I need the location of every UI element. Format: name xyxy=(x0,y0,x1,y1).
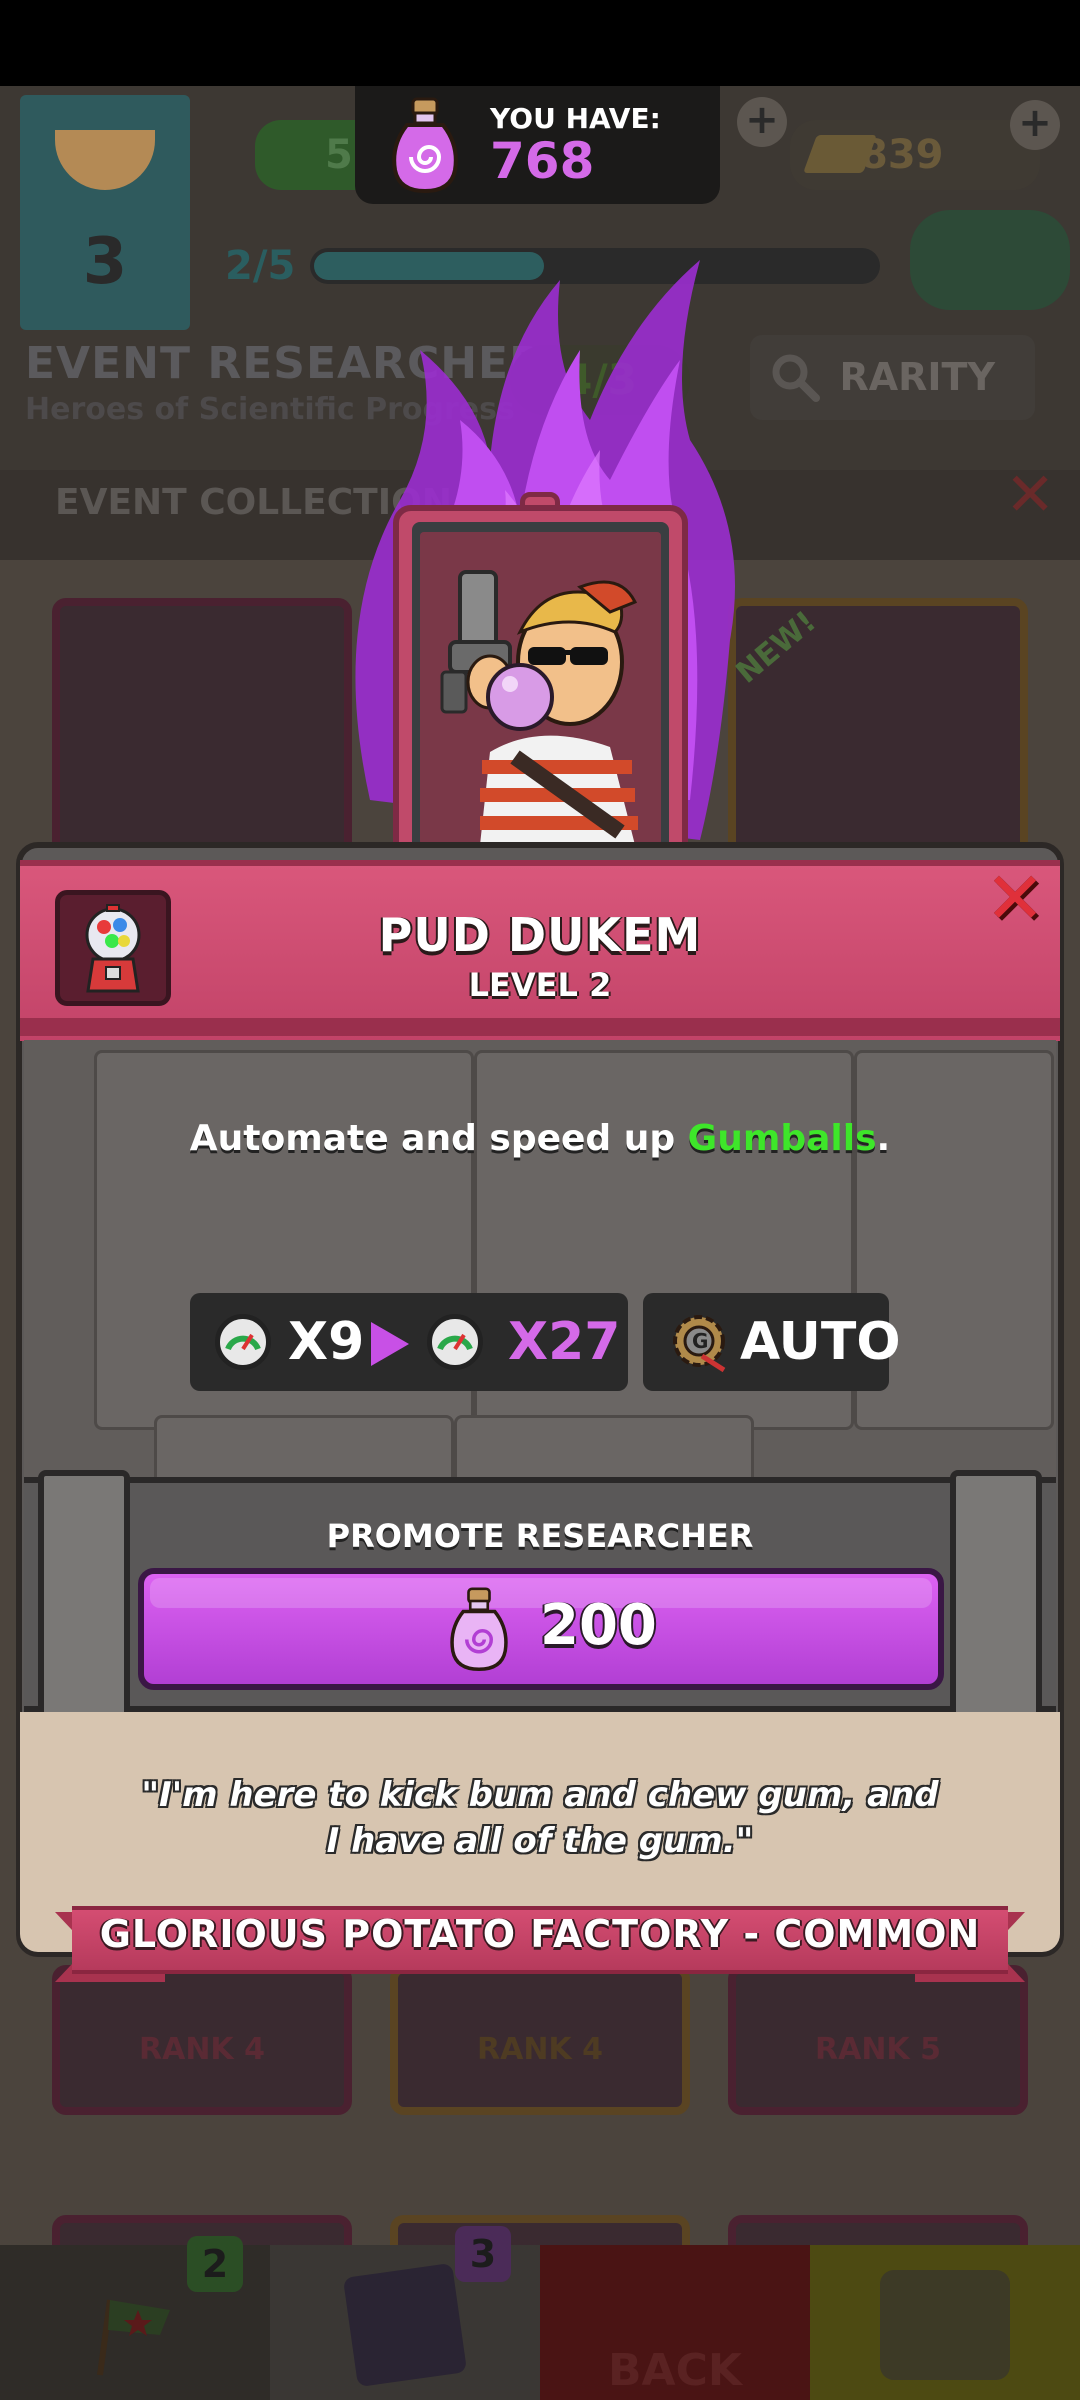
cards-icon xyxy=(342,2262,468,2388)
researcher-name: PUD DUKEM xyxy=(378,908,702,962)
rank-label: RANK 4 xyxy=(139,2032,265,2067)
event-progress-text: 2/5 xyxy=(225,243,296,289)
researcher-quote: "I'm here to kick bum and chew gum, and … xyxy=(141,1775,939,1861)
potion-icon xyxy=(392,97,458,194)
event-banner-number: 3 xyxy=(82,225,128,299)
gear-auto-icon: G xyxy=(673,1315,726,1373)
currency-label: YOU HAVE: xyxy=(490,102,661,135)
close-button[interactable]: ✕ xyxy=(975,858,1055,938)
currency-value: 768 xyxy=(490,132,595,190)
back-label: BACK xyxy=(608,2345,742,2396)
status-bar xyxy=(0,0,1080,86)
speed-gauge-icon xyxy=(427,1314,483,1370)
origin-label: GLORIOUS POTATO FACTORY - COMMON xyxy=(99,1912,981,1956)
researcher-level: LEVEL 2 xyxy=(468,966,612,1004)
plus-icon: + xyxy=(1010,100,1060,150)
wreath-icon xyxy=(910,210,1070,310)
arrow-right-icon xyxy=(371,1322,409,1366)
frame-post xyxy=(38,1470,130,1720)
close-icon: ✕ xyxy=(1005,460,1056,530)
promote-cost: 200 xyxy=(540,1593,657,1658)
potion-icon xyxy=(450,1587,508,1672)
next-multiplier: X27 xyxy=(508,1312,621,1372)
promote-label: PROMOTE RESEARCHER xyxy=(326,1517,754,1555)
rank-label: RANK 5 xyxy=(815,2032,941,2067)
plus-icon: + xyxy=(737,97,787,147)
frame-post xyxy=(950,1470,1042,1720)
rank-label: RANK 4 xyxy=(477,2032,603,2067)
search-icon xyxy=(772,354,820,402)
flag-icon xyxy=(97,2299,170,2376)
nav-badge: 3 xyxy=(455,2226,511,2282)
description-highlight: Gumballs xyxy=(687,1118,877,1159)
speed-gauge-icon xyxy=(215,1314,271,1370)
researcher-description: Automate and speed up Gumballs. xyxy=(189,1118,891,1159)
ability-label: AUTO xyxy=(740,1312,901,1372)
svg-text:G: G xyxy=(692,1329,708,1353)
modal-header-border xyxy=(20,1018,1060,1036)
metal-plate xyxy=(454,1415,754,1485)
metal-plate xyxy=(154,1415,454,1485)
current-multiplier: X9 xyxy=(288,1312,365,1372)
researcher-portrait xyxy=(420,532,661,845)
modal-body xyxy=(24,1040,1056,1490)
nav-badge: 2 xyxy=(187,2236,243,2292)
chest-icon xyxy=(880,2270,1010,2380)
